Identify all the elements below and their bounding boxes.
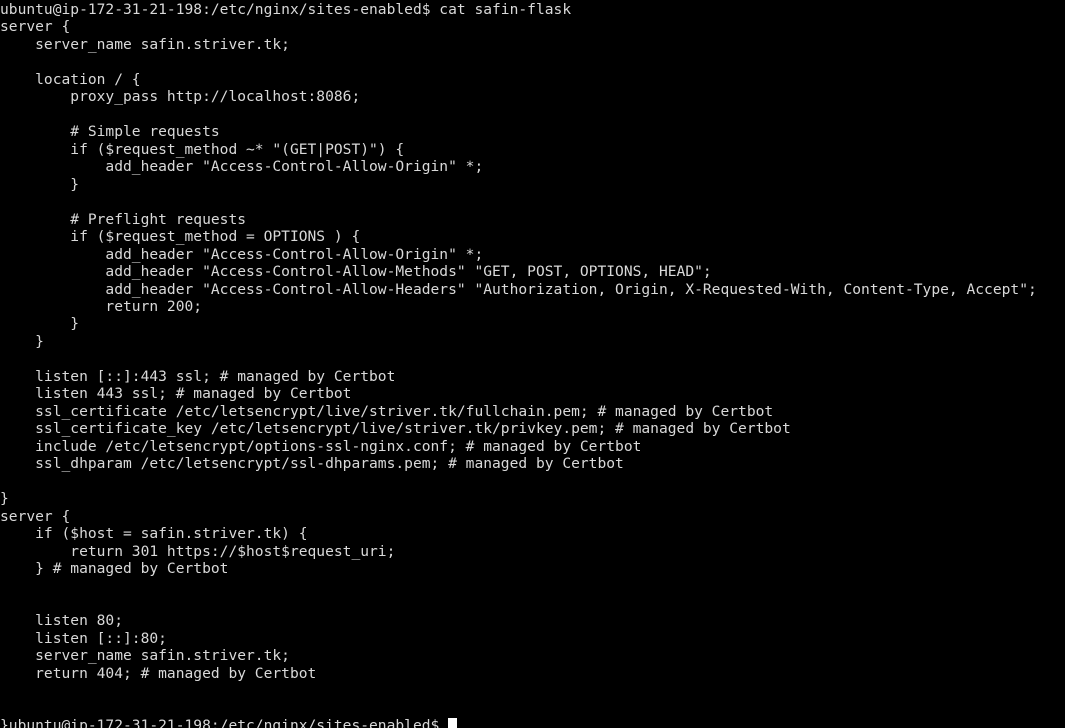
terminal-cursor — [448, 718, 458, 728]
terminal-output-line: server { — [0, 507, 71, 525]
terminal-output-line: add_header "Access-Control-Allow-Origin"… — [0, 158, 484, 176]
terminal-output-line: location / { — [0, 70, 141, 88]
terminal-output-line: if ($host = safin.striver.tk) { — [0, 525, 308, 543]
terminal-output-line: } — [0, 490, 9, 508]
terminal-prompt-line: ubuntu@ip-172-31-21-198:/etc/nginx/sites… — [0, 1, 572, 18]
terminal-output-line: listen 80; — [0, 612, 124, 630]
terminal-output-line: if ($request_method ~* "(GET|POST)") { — [0, 140, 405, 158]
terminal-output-line: add_header "Access-Control-Allow-Methods… — [0, 263, 712, 281]
terminal-screen[interactable]: ubuntu@ip-172-31-21-198:/etc/nginx/sites… — [0, 1, 1065, 728]
terminal-output-line: } — [0, 332, 44, 350]
terminal-output-line: listen [::]:443 ssl; # managed by Certbo… — [0, 367, 396, 385]
terminal-output-line: ssl_certificate_key /etc/letsencrypt/liv… — [0, 420, 791, 438]
terminal-output-line: listen [::]:80; — [0, 629, 167, 647]
terminal-window[interactable]: ubuntu@ip-172-31-21-198:/etc/nginx/sites… — [0, 0, 1065, 728]
terminal-output-line: ssl_certificate /etc/letsencrypt/live/st… — [0, 402, 774, 420]
terminal-output-line: # Simple requests — [0, 123, 220, 141]
terminal-output-line: } — [0, 315, 80, 333]
terminal-output-line: ssl_dhparam /etc/letsencrypt/ssl-dhparam… — [0, 455, 624, 473]
terminal-output-line: proxy_pass http://localhost:8086; — [0, 88, 361, 106]
terminal-output-line: # Preflight requests — [0, 210, 247, 228]
terminal-output-line: } # managed by Certbot — [0, 560, 229, 577]
terminal-prompt-line-bottom: }ubuntu@ip-172-31-21-198:/etc/nginx/site… — [0, 717, 1065, 728]
terminal-output-line: server { — [0, 18, 71, 36]
terminal-prompt-text: }ubuntu@ip-172-31-21-198:/etc/nginx/site… — [0, 717, 449, 728]
terminal-output-line: if ($request_method = OPTIONS ) { — [0, 228, 361, 246]
terminal-output-line: listen 443 ssl; # managed by Certbot — [0, 385, 352, 403]
terminal-output-line: add_header "Access-Control-Allow-Headers… — [0, 280, 1037, 298]
terminal-output-line: return 404; # managed by Certbot — [0, 664, 317, 682]
terminal-output-line: return 200; — [0, 297, 203, 315]
terminal-output-line: return 301 https://$host$request_uri; — [0, 542, 396, 560]
terminal-output-line: add_header "Access-Control-Allow-Origin"… — [0, 245, 484, 263]
terminal-output-line: server_name safin.striver.tk; — [0, 647, 290, 665]
terminal-output-line: include /etc/letsencrypt/options-ssl-ngi… — [0, 437, 642, 455]
terminal-output-line: } — [0, 175, 80, 193]
terminal-output-line: server_name safin.striver.tk; — [0, 35, 290, 53]
